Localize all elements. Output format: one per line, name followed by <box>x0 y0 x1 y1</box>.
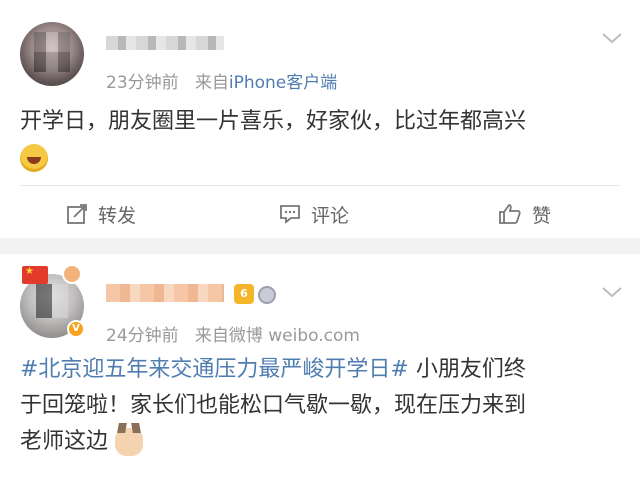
repost-icon <box>67 204 87 224</box>
like-label: 赞 <box>532 204 552 227</box>
china-flag-icon: ★ <box>22 266 48 284</box>
repost-label: 转发 <box>98 204 137 227</box>
source-link[interactable]: iPhone客户端 <box>229 73 337 93</box>
avatar[interactable] <box>20 22 84 86</box>
level-badge[interactable]: 6 <box>234 284 254 304</box>
username-redacted[interactable] <box>106 36 224 50</box>
post-meta: 24分钟前 来自微博 weibo.com <box>106 321 360 346</box>
verified-badge-icon: V <box>67 320 85 338</box>
post-text: 开学日，朋友圈里一片喜乐，好家伙，比过年都高兴 <box>20 109 527 134</box>
post-text: 于回笼啦！家长们也能松口气歇一歇，现在压力来到 <box>20 393 527 418</box>
hashtag-link[interactable]: #北京迎五年来交通压力最严峻开学日# <box>20 357 409 382</box>
source-prefix: 来自 <box>194 73 229 93</box>
source-prefix: 来自 <box>194 326 229 346</box>
comment-button[interactable]: 评论 <box>279 200 349 228</box>
post-meta: 23分钟前 来自iPhone客户端 <box>106 68 337 93</box>
medal-icon[interactable] <box>258 286 276 304</box>
post-card[interactable]: ★ V 6 24分钟前 来自微博 weibo.com #北京迎五年来交通压力最严… <box>0 254 640 480</box>
chevron-down-icon[interactable] <box>600 30 624 46</box>
like-button[interactable]: 赞 <box>498 200 551 228</box>
like-icon <box>499 204 521 224</box>
comment-icon <box>280 205 300 224</box>
post-text: 小朋友们终 <box>415 357 526 382</box>
cat-icon <box>62 264 82 284</box>
chevron-down-icon[interactable] <box>600 284 624 300</box>
post-time: 23分钟前 <box>106 73 179 93</box>
post-time: 24分钟前 <box>106 326 179 346</box>
username-redacted[interactable] <box>106 284 224 302</box>
comment-label: 评论 <box>311 204 350 227</box>
post-content: 开学日，朋友圈里一片喜乐，好家伙，比过年都高兴 <box>20 104 620 176</box>
post-content: #北京迎五年来交通压力最严峻开学日# 小朋友们终 于回笼啦！家长们也能松口气歇一… <box>20 352 620 460</box>
cat-face-emoji <box>115 428 144 456</box>
laughing-crying-emoji <box>20 144 48 172</box>
divider <box>20 185 620 186</box>
post-text: 老师这边 <box>20 429 109 454</box>
source-label[interactable]: 微博 weibo.com <box>229 326 360 346</box>
weibo-feed: 23分钟前 来自iPhone客户端 开学日，朋友圈里一片喜乐，好家伙，比过年都高… <box>0 0 640 480</box>
repost-button[interactable]: 转发 <box>66 200 136 228</box>
post-card[interactable]: 23分钟前 来自iPhone客户端 开学日，朋友圈里一片喜乐，好家伙，比过年都高… <box>0 0 640 238</box>
